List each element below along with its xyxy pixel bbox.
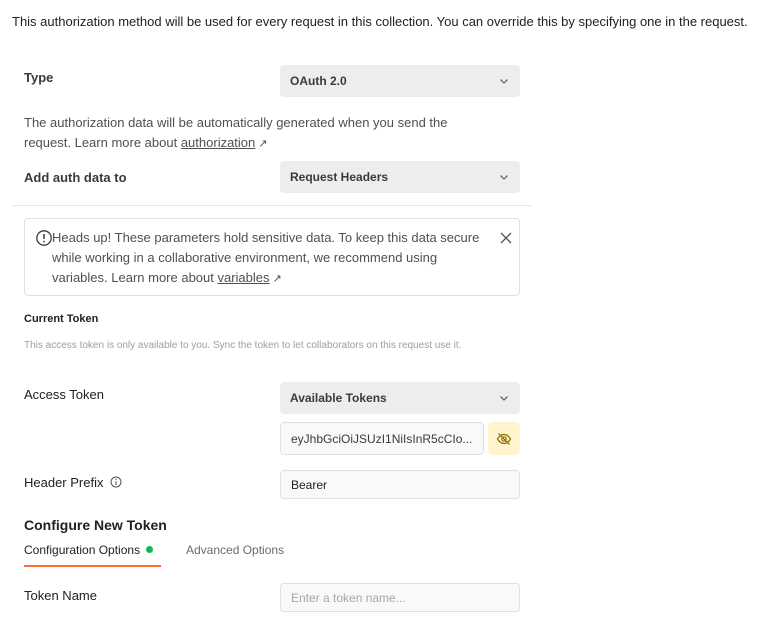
type-label: Type	[24, 70, 54, 85]
access-token-value: eyJhbGciOiJSUzI1NiIsInR5cCIo...	[291, 431, 473, 446]
current-token-title: Current Token	[24, 313, 99, 325]
alert-message: Heads up! These parameters hold sensitiv…	[52, 228, 492, 289]
available-tokens-value: Available Tokens	[290, 391, 387, 405]
current-token-hint: This access token is only available to y…	[24, 340, 462, 351]
variables-link[interactable]: variables	[217, 270, 269, 285]
configure-new-token-title: Configure New Token	[24, 517, 167, 533]
type-select-value: OAuth 2.0	[290, 74, 347, 88]
authorization-link[interactable]: authorization	[181, 135, 255, 150]
status-dot	[146, 546, 154, 553]
auth-data-label: Add auth data to	[24, 170, 127, 185]
active-tab-indicator	[24, 565, 161, 567]
info-icon[interactable]	[110, 476, 122, 488]
external-link-icon: ↗	[272, 273, 282, 285]
intro-text: This authorization method will be used f…	[12, 14, 748, 29]
header-prefix-label: Header Prefix	[24, 475, 122, 490]
sensitive-data-alert: Heads up! These parameters hold sensitiv…	[24, 218, 520, 296]
header-prefix-input[interactable]: Bearer	[280, 470, 520, 499]
eye-off-icon	[496, 432, 512, 445]
chevron-down-icon	[500, 396, 508, 401]
header-prefix-label-text: Header Prefix	[24, 475, 104, 490]
warning-circle-icon	[36, 230, 52, 246]
auth-data-select-value: Request Headers	[290, 170, 389, 184]
auth-data-select[interactable]: Request Headers	[280, 161, 520, 193]
auth-description: The authorization data will be automatic…	[24, 113, 464, 154]
type-select[interactable]: OAuth 2.0	[280, 65, 520, 97]
tab-configuration-options-label: Configuration Options	[24, 543, 141, 557]
chevron-down-icon	[500, 79, 508, 84]
tab-advanced-options[interactable]: Advanced Options	[186, 543, 284, 557]
chevron-down-icon	[500, 175, 508, 180]
close-icon[interactable]	[499, 231, 513, 245]
access-token-field[interactable]: eyJhbGciOiJSUzI1NiIsInR5cCIo...	[280, 422, 484, 455]
toggle-token-visibility-button[interactable]	[488, 422, 520, 455]
access-token-label: Access Token	[24, 387, 104, 402]
token-name-label: Token Name	[24, 588, 97, 603]
available-tokens-select[interactable]: Available Tokens	[280, 382, 520, 414]
tab-configuration-options[interactable]: Configuration Options	[24, 543, 154, 557]
token-name-input[interactable]: Enter a token name...	[280, 583, 520, 612]
section-divider	[12, 205, 532, 206]
external-link-icon: ↗	[258, 138, 268, 150]
